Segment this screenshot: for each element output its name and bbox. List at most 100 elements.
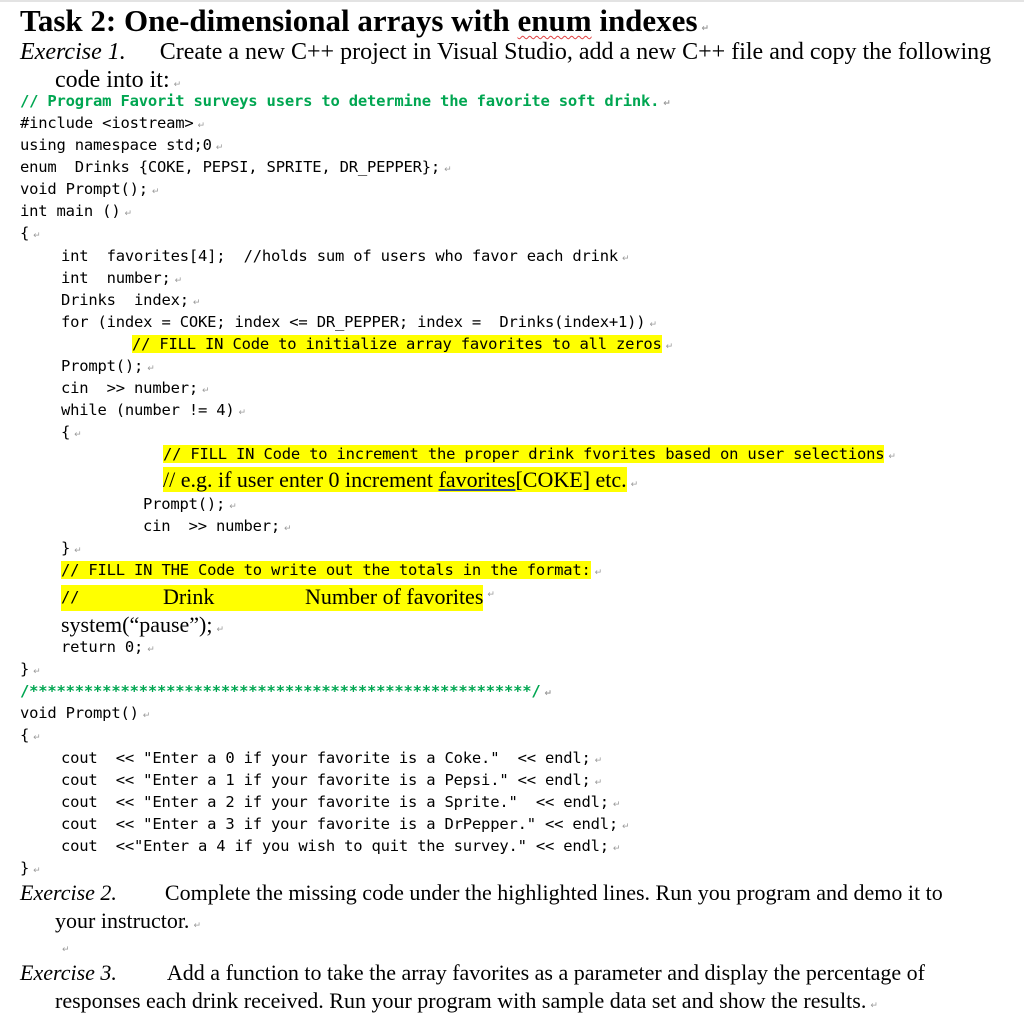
paragraph-mark-icon: ↵ xyxy=(62,945,70,955)
paragraph-mark-icon: ↵ xyxy=(663,99,671,109)
code-line: while (number != 4) ↵ xyxy=(61,401,247,419)
code-line: void Prompt() ↵ xyxy=(20,704,151,722)
code-line: cin >> number; ↵ xyxy=(61,379,210,397)
paragraph-mark-icon: ↵ xyxy=(192,298,201,308)
code-line: cout << "Enter a 1 if your favorite is a… xyxy=(61,771,603,789)
code-line: } ↵ xyxy=(61,539,82,557)
code-line: // Program Favorit surveys users to dete… xyxy=(20,92,671,110)
exercise2-text-cont: your instructor. xyxy=(55,908,190,933)
code-line: } ↵ xyxy=(20,660,41,678)
exercise1-label: Exercise 1. xyxy=(20,39,126,65)
paragraph-mark-icon: ↵ xyxy=(612,800,621,810)
paragraph-mark-icon: ↵ xyxy=(173,80,182,90)
paragraph-mark-icon: ↵ xyxy=(142,711,151,721)
exercise2-text: Complete the missing code under the high… xyxy=(164,880,943,905)
title-text-end: indexes xyxy=(591,3,698,38)
paragraph-mark-icon: ↵ xyxy=(197,121,206,131)
empty-paragraph: ↵ xyxy=(62,940,70,956)
paragraph-mark-icon: ↵ xyxy=(701,24,710,34)
paragraph-mark-icon: ↵ xyxy=(216,625,225,635)
code-line: Prompt(); ↵ xyxy=(61,357,155,375)
exercise2-line2: your instructor. ↵ xyxy=(55,910,201,932)
exercise3-line2: responses each drink received. Run your … xyxy=(55,990,878,1012)
code-line: cout << "Enter a 0 if your favorite is a… xyxy=(61,749,603,767)
paragraph-mark-icon: ↵ xyxy=(630,480,639,490)
code-line-highlighted: // FILL IN THE Code to write out the tot… xyxy=(61,561,603,579)
paragraph-mark-icon: ↵ xyxy=(238,408,247,418)
code-line: Drinks index; ↵ xyxy=(61,291,201,309)
code-line-highlighted: // FILL IN Code to increment the proper … xyxy=(163,445,896,463)
paragraph-mark-icon: ↵ xyxy=(124,209,132,219)
code-line: using namespace std;0 ↵ xyxy=(20,136,224,154)
paragraph-mark-icon: ↵ xyxy=(33,733,41,743)
highlighted-format-line: //Drink Number of favorites xyxy=(61,584,484,611)
paragraph-mark-icon: ↵ xyxy=(33,866,41,876)
code-line: #include <iostream> ↵ xyxy=(20,114,206,132)
exercise3-label: Exercise 3. xyxy=(20,960,117,985)
exercise1-text-cont: code into it: xyxy=(55,67,170,93)
code-line: void Prompt(); ↵ xyxy=(20,180,160,198)
exercise3-text-cont: responses each drink received. Run your … xyxy=(55,988,867,1013)
code-line: for (index = COKE; index <= DR_PEPPER; i… xyxy=(61,313,657,331)
title-misspelled-word: enum xyxy=(517,3,592,38)
paragraph-mark-icon: ↵ xyxy=(594,568,603,578)
page-top-border xyxy=(0,0,1024,2)
code-line: {↵ xyxy=(20,726,41,744)
code-line: cout << "Enter a 3 if your favorite is a… xyxy=(61,815,630,833)
paragraph-mark-icon: ↵ xyxy=(888,452,896,462)
paragraph-mark-icon: ↵ xyxy=(870,1001,878,1011)
code-line: int number; ↵ xyxy=(61,269,183,287)
paragraph-mark-icon: ↵ xyxy=(544,689,553,699)
code-line: Prompt(); ↵ xyxy=(143,495,237,513)
code-line: enum Drinks {COKE, PEPSI, SPRITE, DR_PEP… xyxy=(20,158,452,176)
highlighted-comment: // FILL IN Code to initialize array favo… xyxy=(132,335,662,353)
paragraph-mark-icon: ↵ xyxy=(665,342,674,352)
code-line-highlighted: //Drink Number of favorites ↵ xyxy=(61,585,495,611)
paragraph-mark-icon: ↵ xyxy=(33,231,41,241)
paragraph-mark-icon: ↵ xyxy=(147,645,155,655)
code-line: {↵ xyxy=(20,224,41,242)
code-line: cout << "Enter a 2 if your favorite is a… xyxy=(61,793,621,811)
exercise1-line2: code into it: ↵ xyxy=(55,68,181,92)
paragraph-mark-icon: ↵ xyxy=(201,386,210,396)
exercise2-line1: Exercise 2. Complete the missing code und… xyxy=(20,882,943,904)
code-line: return 0; ↵ xyxy=(61,638,155,656)
paragraph-mark-icon: ↵ xyxy=(229,502,237,512)
paragraph-mark-icon: ↵ xyxy=(594,756,603,766)
exercise3-text: Add a function to take the array favorit… xyxy=(166,960,925,985)
paragraph-mark-icon: ↵ xyxy=(622,254,630,264)
paragraph-mark-icon: ↵ xyxy=(147,364,155,374)
paragraph-mark-icon: ↵ xyxy=(283,524,292,534)
exercise3-line1: Exercise 3. Add a function to take the ar… xyxy=(20,962,925,984)
highlighted-comment: // FILL IN Code to increment the proper … xyxy=(163,445,885,463)
title-text: Task 2: One-dimensional arrays with xyxy=(20,3,518,38)
paragraph-mark-icon: ↵ xyxy=(33,667,41,677)
exercise1-text: Create a new C++ project in Visual Studi… xyxy=(159,39,992,65)
code-line: cout <<"Enter a 4 if you wish to quit th… xyxy=(61,837,621,855)
code-line-highlighted: // FILL IN Code to initialize array favo… xyxy=(132,335,674,353)
exercise1-line1: Exercise 1. Create a new C++ project in V… xyxy=(20,40,991,64)
paragraph-mark-icon: ↵ xyxy=(487,590,495,600)
paragraph-mark-icon: ↵ xyxy=(622,822,630,832)
code-line: system(“pause”); ↵ xyxy=(61,612,225,637)
paragraph-mark-icon: ↵ xyxy=(612,844,621,854)
highlighted-comment: // FILL IN THE Code to write out the tot… xyxy=(61,561,591,579)
paragraph-mark-icon: ↵ xyxy=(594,778,603,788)
code-line: } ↵ xyxy=(20,859,41,877)
paragraph-mark-icon: ↵ xyxy=(649,320,657,330)
page-title: Task 2: One-dimensional arrays with enum… xyxy=(20,5,709,36)
exercise2-label: Exercise 2. xyxy=(20,880,117,905)
highlighted-comment: // e.g. if user enter 0 increment favori… xyxy=(163,467,627,492)
paragraph-mark-icon: ↵ xyxy=(444,165,452,175)
code-line: {↵ xyxy=(61,423,82,441)
paragraph-mark-icon: ↵ xyxy=(74,546,82,556)
paragraph-mark-icon: ↵ xyxy=(193,921,201,931)
paragraph-mark-icon: ↵ xyxy=(215,143,224,153)
underlined-word: favorites xyxy=(438,467,516,492)
code-separator: /***************************************… xyxy=(20,682,553,700)
paragraph-mark-icon: ↵ xyxy=(74,430,82,440)
code-line: int favorites[4]; //holds sum of users w… xyxy=(61,247,630,265)
paragraph-mark-icon: ↵ xyxy=(174,276,183,286)
code-line: cin >> number; ↵ xyxy=(143,517,292,535)
paragraph-mark-icon: ↵ xyxy=(151,187,160,197)
